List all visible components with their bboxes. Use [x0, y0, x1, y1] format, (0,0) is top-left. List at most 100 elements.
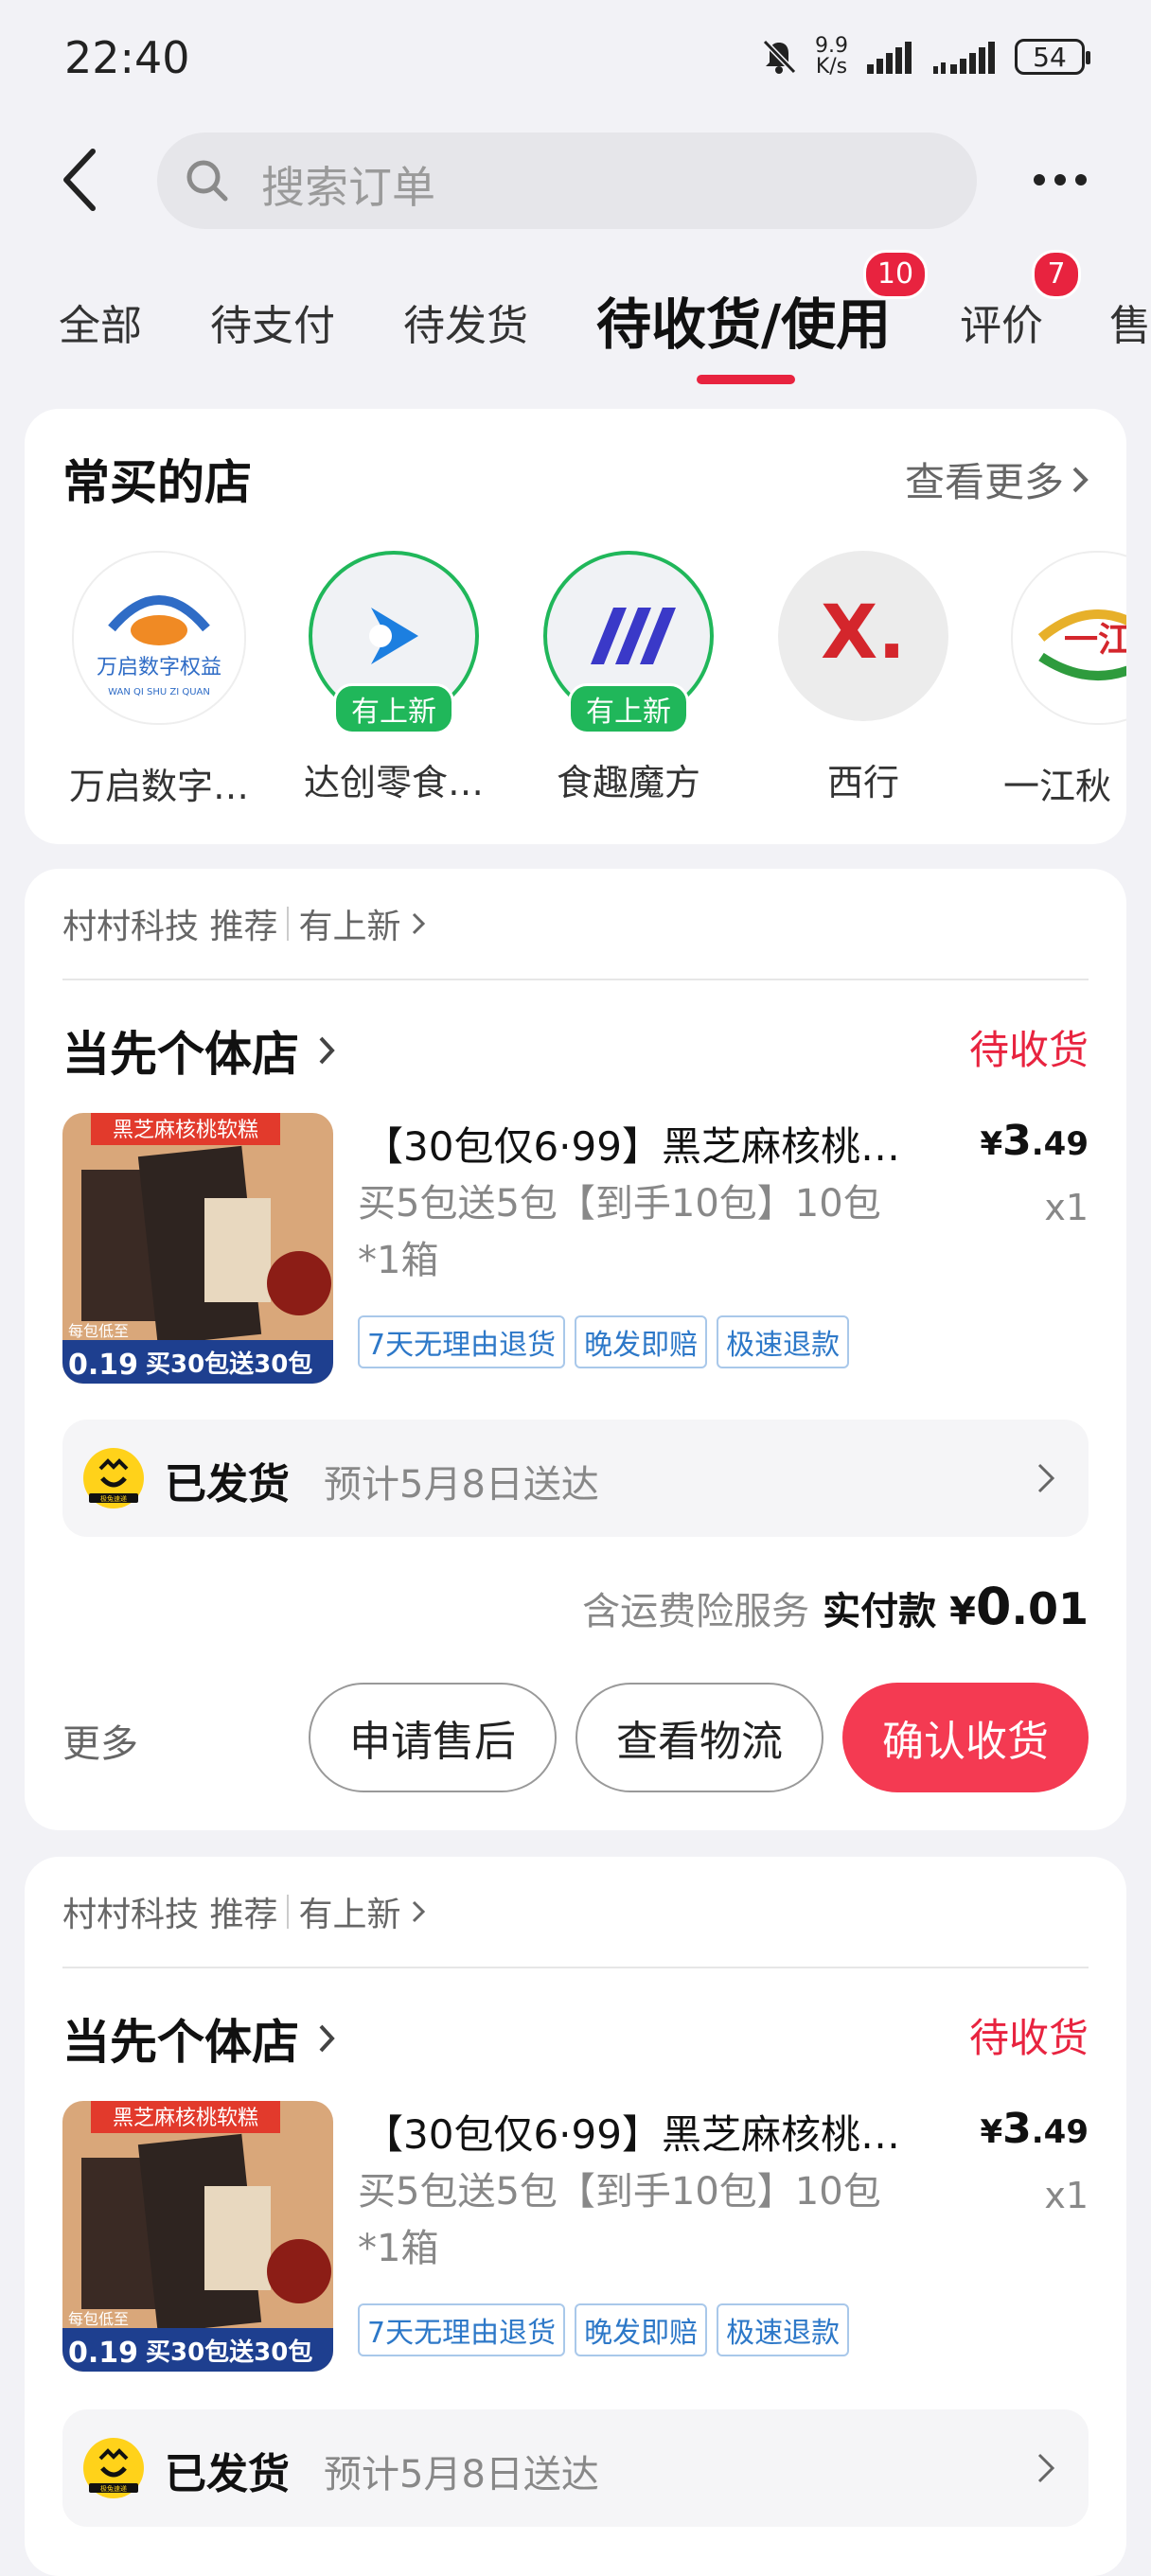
more-actions-button[interactable]: 更多 [62, 1713, 138, 1768]
store-logo: 有上新 [543, 551, 714, 734]
store-item[interactable]: 一江 一江秋 [1003, 551, 1126, 809]
svg-text:黑芝麻核桃软糕: 黑芝麻核桃软糕 [113, 2107, 258, 2130]
store-item[interactable]: 有上新 食趣魔方 [534, 551, 723, 805]
search-input[interactable]: 搜索订单 [157, 132, 977, 229]
svg-text:买30包送30包: 买30包送30包 [146, 2338, 312, 2367]
chevron-right-icon [1072, 467, 1089, 492]
store-name: 达创零食… [303, 762, 484, 803]
new-arrivals-link: 有上新 [298, 908, 401, 946]
svg-text:万启数字权益: 万启数字权益 [97, 656, 221, 679]
product-price: ¥3.49 [980, 2105, 1089, 2153]
view-logistics-button[interactable]: 查看物流 [576, 1683, 823, 1792]
product-image[interactable]: 黑芝麻核桃软糕 每包低至 0.19 买30包送30包 [62, 1113, 333, 1384]
product-thumbnail: 黑芝麻核桃软糕 每包低至 0.19 买30包送30包 [62, 2101, 333, 2372]
service-tags: 7天无理由退货 晚发即赔 极速退款 [358, 2303, 850, 2356]
svg-text:极兔速递: 极兔速递 [100, 2484, 127, 2493]
store-item[interactable]: X. 西行 [769, 551, 958, 805]
after-sale-button[interactable]: 申请售后 [309, 1683, 557, 1792]
recommender-label: 村村科技 推荐 [62, 1896, 278, 1934]
product-image[interactable]: 黑芝麻核桃软糕 每包低至 0.19 买30包送30包 [62, 2101, 333, 2372]
shipping-status: 已发货 [165, 1460, 290, 1509]
svg-text:买30包送30包: 买30包送30包 [146, 1350, 312, 1379]
svg-text:每包低至: 每包低至 [68, 2310, 129, 2328]
tab-pending-receipt[interactable]: 待收货/使用 [596, 280, 891, 360]
active-tab-indicator [697, 375, 795, 384]
separator [287, 907, 290, 941]
search-placeholder: 搜索订单 [261, 162, 435, 213]
separator [287, 1895, 290, 1929]
recommend-line[interactable]: 村村科技 推荐 有上新 [62, 899, 427, 948]
service-tag: 极速退款 [717, 1315, 850, 1368]
store-new-tag: 有上新 [568, 683, 689, 734]
battery-icon: 54 [1015, 39, 1090, 75]
back-button[interactable] [55, 142, 108, 218]
svg-text:0.19: 0.19 [68, 1349, 138, 1382]
store-name: 西行 [826, 762, 899, 803]
courier-logo-icon: 极兔速递 [83, 2438, 144, 2498]
chevron-right-icon [319, 2024, 335, 2053]
order-tabs: 全部 待支付 待发货 待收货/使用 10 评价 7 售 [0, 250, 1151, 388]
service-tag: 晚发即赔 [575, 2303, 708, 2356]
shipping-status: 已发货 [165, 2450, 290, 2498]
recommend-line[interactable]: 村村科技 推荐 有上新 [62, 1887, 427, 1936]
svg-text:0.19: 0.19 [68, 2337, 138, 2370]
frequent-stores-card: 常买的店 查看更多 万启数字权益 WAN QI SHU ZI QUAN 万启数字… [25, 409, 1126, 844]
search-icon [186, 160, 228, 202]
new-arrivals-link: 有上新 [298, 1896, 401, 1934]
shop-name: 当先个体店 [62, 2015, 299, 2070]
shipping-status-bar[interactable]: 极兔速递 已发货 预计5月8日送达 [62, 2409, 1089, 2527]
shop-link[interactable]: 当先个体店 [62, 1016, 337, 1085]
shipping-eta: 预计5月8日送达 [324, 1463, 599, 1507]
store-logo: 有上新 [309, 551, 479, 734]
tab-after-sale[interactable]: 售 [1109, 291, 1151, 352]
order-card: 村村科技 推荐 有上新 当先个体店 待收货 黑芝麻核桃软糕 每包低至 0.19 … [25, 1857, 1126, 2576]
store-name: 食趣魔方 [556, 762, 700, 803]
product-quantity: x1 [1044, 1187, 1089, 1228]
tab-pending-payment[interactable]: 待支付 [210, 291, 335, 352]
divider [62, 979, 1089, 980]
frequent-stores-title: 常买的店 [62, 455, 252, 510]
mute-bell-icon [762, 39, 797, 75]
network-speed: 9.9 K/s [815, 34, 848, 79]
store-item[interactable]: 万启数字权益 WAN QI SHU ZI QUAN 万启数字… [64, 551, 254, 809]
chevron-left-icon [63, 149, 96, 211]
payment-summary: 含运费险服务 实付款 ¥0.01 [582, 1577, 1089, 1636]
product-title[interactable]: 【30包仅6·99】黑芝麻核桃… [363, 2103, 960, 2161]
order-status: 待收货 [968, 1027, 1089, 1073]
paid-amount: ¥0.01 [949, 1577, 1089, 1636]
tab-badge-pending-receipt: 10 [863, 250, 928, 299]
order-status: 待收货 [968, 2015, 1089, 2061]
wheat-logo-icon: 一江 [1037, 609, 1126, 680]
tab-review[interactable]: 评价 [960, 291, 1043, 352]
shop-link[interactable]: 当先个体店 [62, 2004, 337, 2073]
order-card: 村村科技 推荐 有上新 当先个体店 待收货 黑芝麻核桃软糕 每包低至 0.19 … [25, 869, 1126, 1830]
product-title[interactable]: 【30包仅6·99】黑芝麻核桃… [363, 1115, 960, 1173]
svg-text:WAN QI SHU ZI QUAN: WAN QI SHU ZI QUAN [108, 687, 210, 697]
svg-text:每包低至: 每包低至 [68, 1322, 129, 1340]
tab-all[interactable]: 全部 [59, 291, 142, 352]
paid-label: 实付款 [823, 1590, 937, 1633]
more-options-icon[interactable] [1034, 161, 1092, 199]
product-thumbnail: 黑芝麻核桃软糕 每包低至 0.19 买30包送30包 [62, 1113, 333, 1384]
tab-badge-review: 7 [1032, 250, 1081, 299]
store-logo: X. [778, 551, 948, 721]
store-item[interactable]: 有上新 达创零食… [299, 551, 488, 805]
see-more-link[interactable]: 查看更多 [905, 450, 1090, 508]
product-sku: 买5包送5包【到手10包】10包 *1箱 [358, 2170, 881, 2270]
shipping-status-bar[interactable]: 极兔速递 已发货 预计5月8日送达 [62, 1420, 1089, 1537]
store-logo: 万启数字权益 WAN QI SHU ZI QUAN [72, 551, 246, 725]
store-logo: 一江 [1011, 551, 1126, 725]
service-tag: 晚发即赔 [575, 1315, 708, 1368]
divider [62, 1967, 1089, 1968]
confirm-receipt-button[interactable]: 确认收货 [842, 1683, 1089, 1792]
product-quantity: x1 [1044, 2175, 1089, 2216]
svg-text:黑芝麻核桃软糕: 黑芝麻核桃软糕 [113, 1119, 258, 1142]
store-name: 一江秋 [1003, 766, 1112, 807]
tab-pending-shipment[interactable]: 待发货 [403, 291, 528, 352]
chevron-right-icon [1037, 1463, 1055, 1493]
signal-2-icon [933, 42, 995, 74]
chevron-right-icon [413, 1900, 426, 1923]
insurance-label: 含运费险服务 [582, 1590, 810, 1633]
status-icons: 9.9 K/s 54 [760, 34, 1090, 79]
shop-name: 当先个体店 [62, 1027, 299, 1082]
